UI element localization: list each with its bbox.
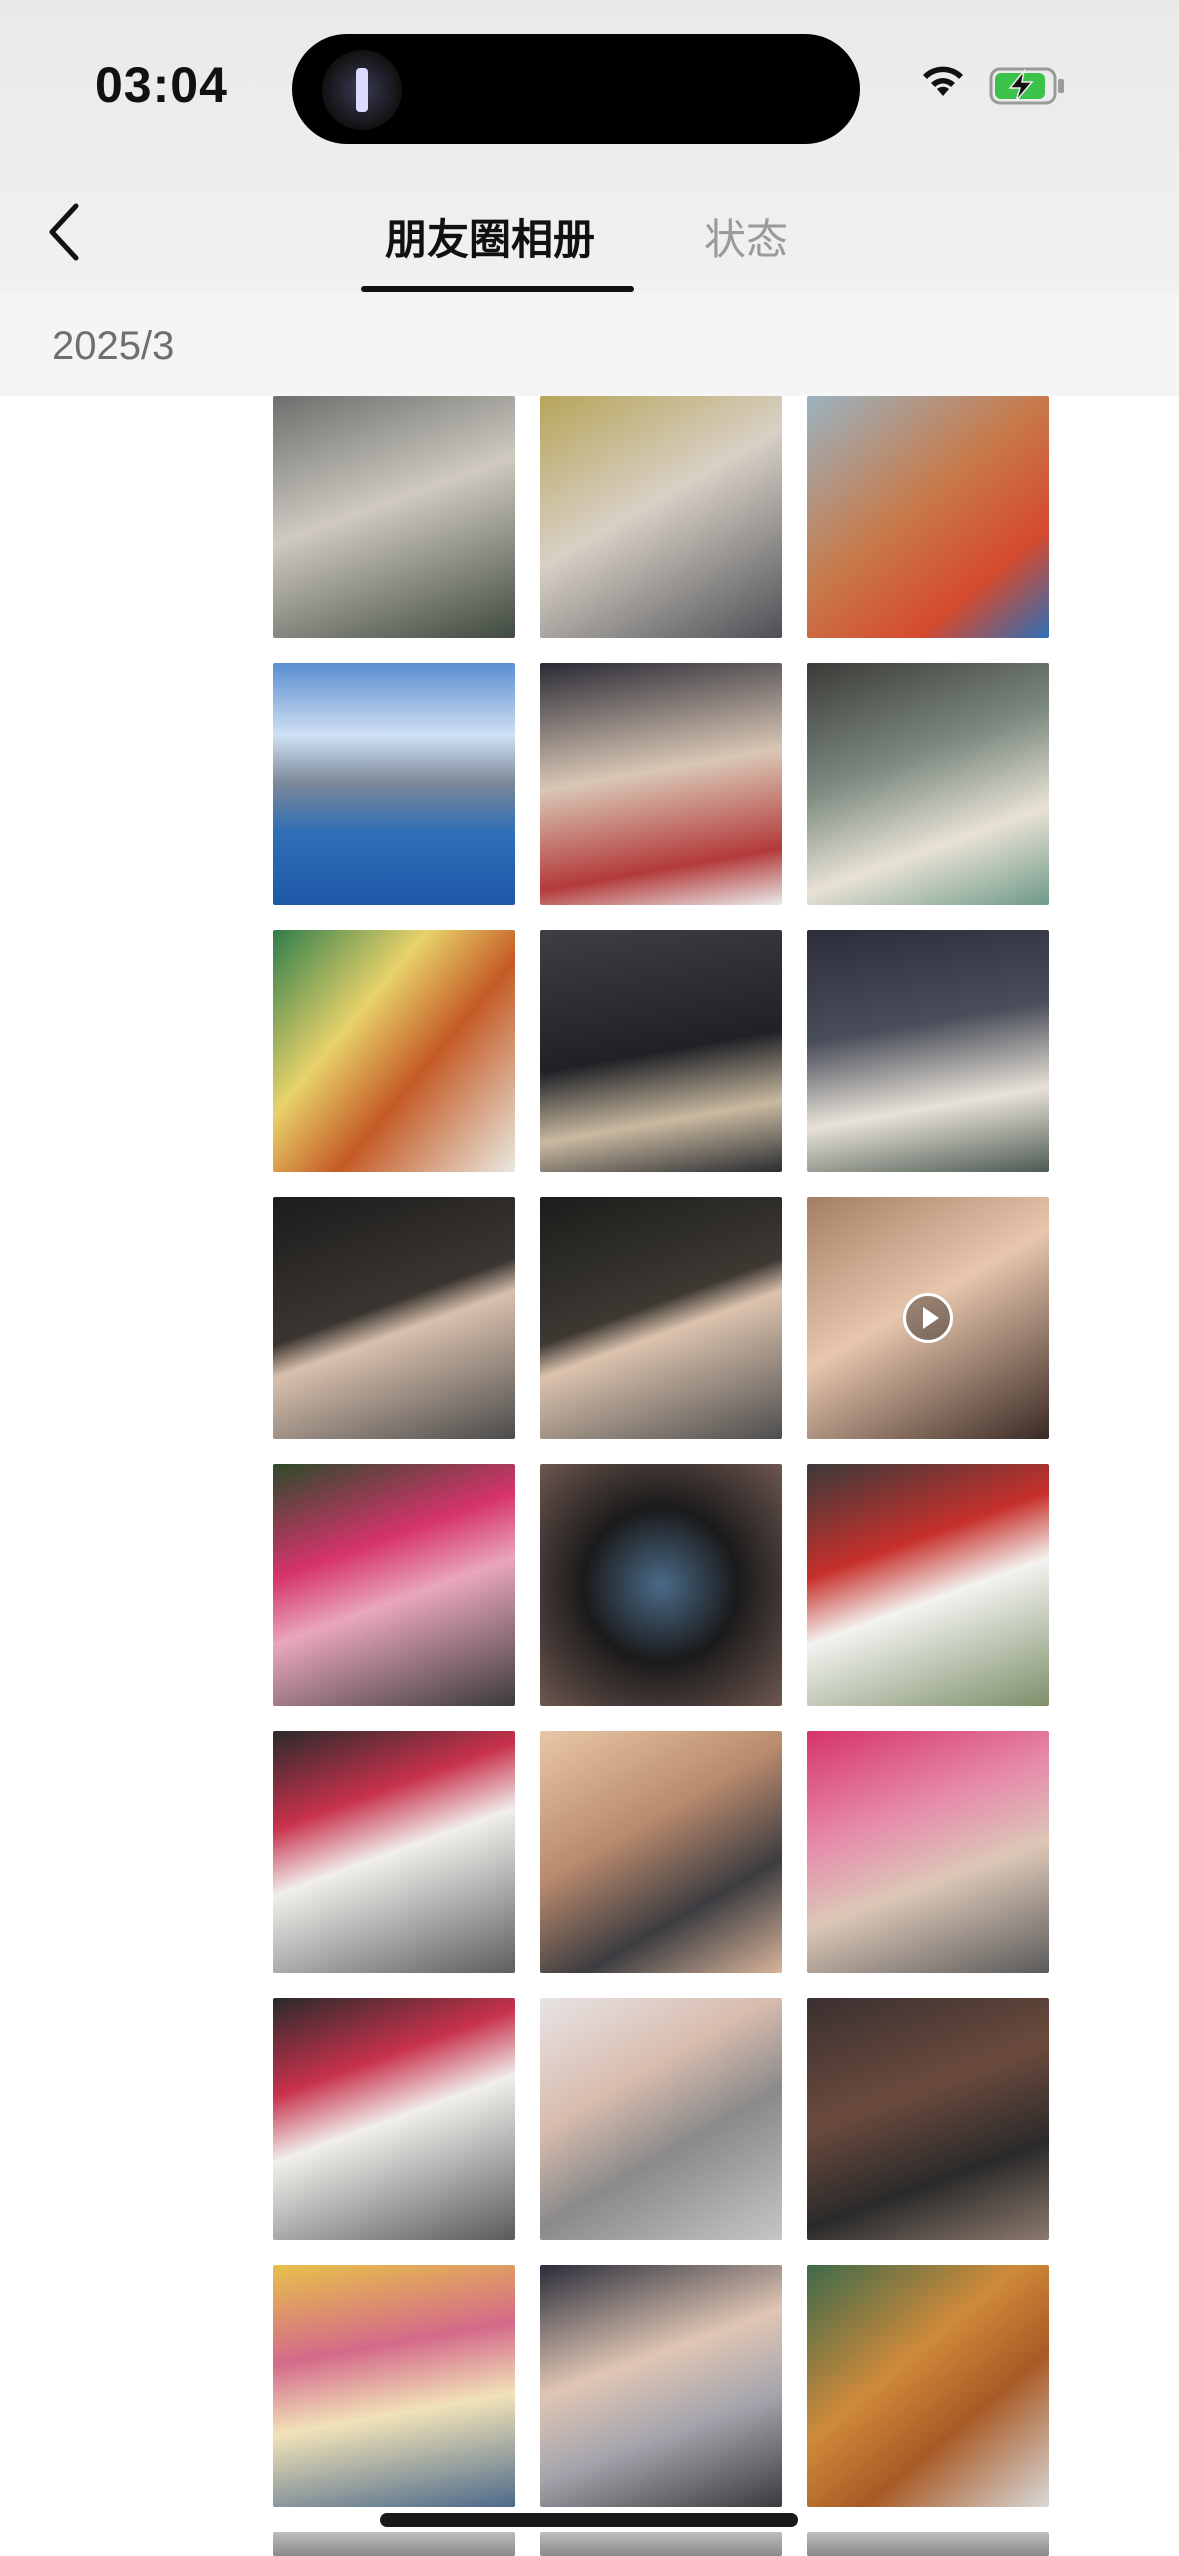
photo-girl-sugarcane[interactable] xyxy=(540,396,782,638)
photo-girl-night-stairs-2[interactable] xyxy=(540,1197,782,1439)
photo-car-seat-teddy[interactable] xyxy=(540,930,782,1172)
photo-girl-coconut[interactable] xyxy=(273,396,515,638)
photo-partial[interactable] xyxy=(273,2532,515,2556)
photo-curry-plate[interactable] xyxy=(807,2265,1049,2507)
photo-girl-night-market[interactable] xyxy=(540,2265,782,2507)
photo-girl-selfie-video[interactable] xyxy=(807,1197,1049,1439)
photo-girl-phone-selfie[interactable] xyxy=(540,1731,782,1973)
photo-girl-flowers-sitting-1[interactable] xyxy=(273,1731,515,1973)
play-icon xyxy=(903,1293,953,1343)
photo-girl-flowers-sitting-2[interactable] xyxy=(273,1998,515,2240)
photo-blurry-restaurant[interactable] xyxy=(807,1998,1049,2240)
photo-girl-pink-flowers-2[interactable] xyxy=(807,1731,1049,1973)
photo-ice-cream-stall[interactable] xyxy=(273,2265,515,2507)
photo-partial[interactable] xyxy=(807,2532,1049,2556)
home-indicator[interactable] xyxy=(380,2513,798,2527)
photo-food-plate[interactable] xyxy=(807,396,1049,638)
photo-grid xyxy=(0,0,1179,2556)
photo-camera-screen[interactable] xyxy=(540,1464,782,1706)
photo-girl-night-rooftop[interactable] xyxy=(807,930,1049,1172)
photo-infinity-pool[interactable] xyxy=(273,663,515,905)
photo-partial[interactable] xyxy=(540,2532,782,2556)
photo-girl-pink-flowers[interactable] xyxy=(273,1464,515,1706)
photo-flower-bouquets[interactable] xyxy=(807,1464,1049,1706)
photo-ramadan-menu[interactable] xyxy=(273,930,515,1172)
photo-girl-night-stairs-1[interactable] xyxy=(273,1197,515,1439)
photo-girl-rooftop-bench[interactable] xyxy=(807,663,1049,905)
photo-girl-grey-top[interactable] xyxy=(540,1998,782,2240)
photo-girl-street[interactable] xyxy=(540,663,782,905)
